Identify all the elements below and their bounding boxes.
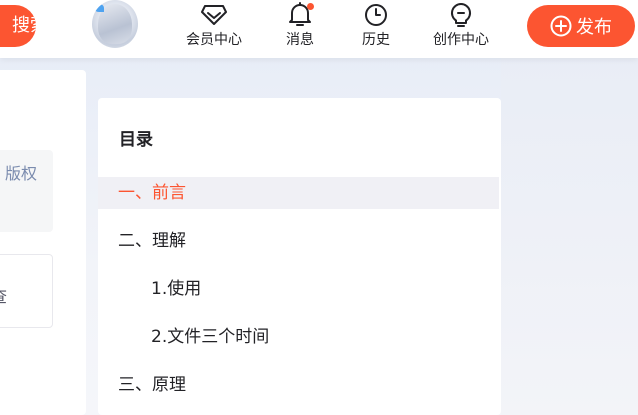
toc-item-preface[interactable]: 一、前言 <box>98 177 499 209</box>
lightbulb-icon <box>447 0 475 30</box>
nav-creator-center-label: 创作中心 <box>433 32 489 48</box>
publish-button-label: 发布 <box>576 17 612 38</box>
plus-circle-icon <box>550 15 572 37</box>
info-box[interactable] <box>0 254 53 328</box>
right-background <box>501 58 638 415</box>
copyright-label: 版权 <box>5 164 38 183</box>
unread-dot <box>307 3 314 10</box>
search-button-label: 搜索 <box>12 15 36 36</box>
toc-item-file-times[interactable]: 2.文件三个时间 <box>98 321 499 353</box>
search-button[interactable]: 搜索 <box>0 5 36 47</box>
toc-item-principle[interactable]: 三、原理 <box>98 369 499 401</box>
nav-creator-center[interactable]: 创作中心 <box>428 0 494 58</box>
toc-item-label: 三、原理 <box>118 375 186 395</box>
nav-vip-center-label: 会员中心 <box>186 32 242 48</box>
table-of-contents: 目录 一、前言 二、理解 1.使用 2.文件三个时间 三、原理 <box>98 98 501 415</box>
article-info-card <box>0 70 86 415</box>
clock-icon <box>362 0 390 30</box>
publish-button[interactable]: 发布 <box>527 5 635 47</box>
avatar-bow-decoration <box>94 4 104 12</box>
toc-title: 目录 <box>119 130 153 150</box>
avatar[interactable] <box>92 0 138 48</box>
info-box-label: 查 <box>0 283 7 307</box>
toc-item-label: 一、前言 <box>118 183 186 203</box>
top-nav-bar: 搜索 会员中心 消息 <box>0 0 638 58</box>
bell-icon <box>286 0 314 30</box>
nav-messages-label: 消息 <box>286 32 314 48</box>
toc-item-label: 1.使用 <box>151 279 202 299</box>
toc-item-usage[interactable]: 1.使用 <box>98 273 499 305</box>
nav-history-label: 历史 <box>362 32 390 48</box>
toc-item-label: 2.文件三个时间 <box>151 327 270 347</box>
toc-item-label: 二、理解 <box>118 231 186 251</box>
diamond-icon <box>200 0 228 30</box>
nav-messages[interactable]: 消息 <box>283 0 317 58</box>
nav-vip-center[interactable]: 会员中心 <box>181 0 247 58</box>
toc-item-understanding[interactable]: 二、理解 <box>98 225 499 257</box>
nav-history[interactable]: 历史 <box>358 0 394 58</box>
